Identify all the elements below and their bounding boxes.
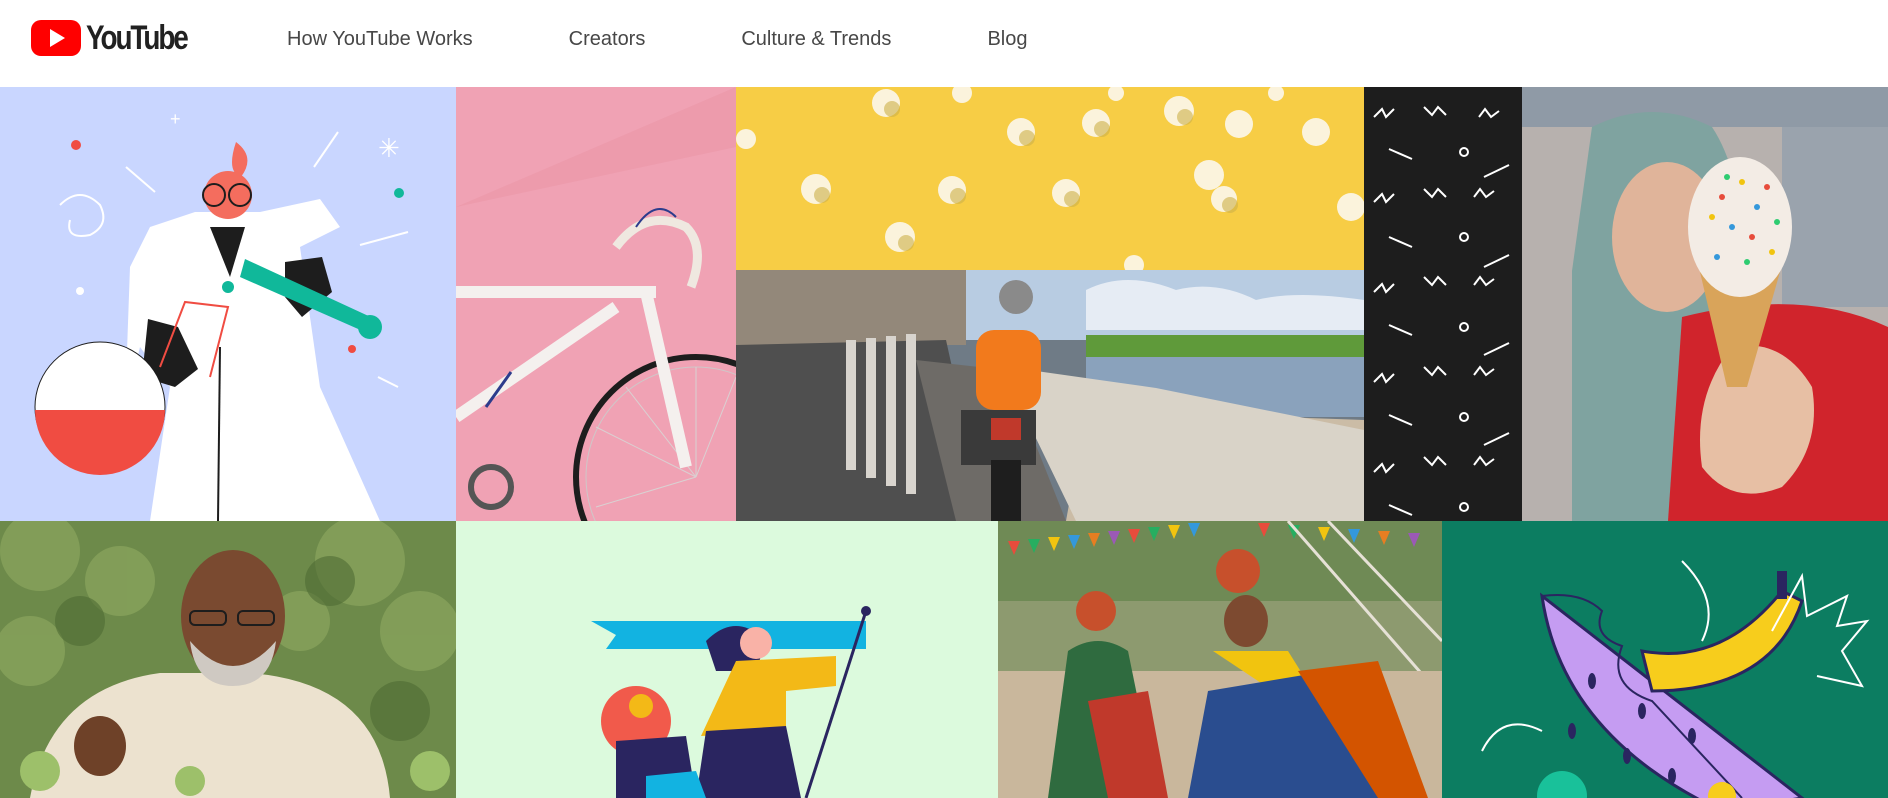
ice-cream-photo[interactable] bbox=[1522, 87, 1888, 521]
svg-text:✳: ✳ bbox=[378, 133, 400, 163]
gardener-photo[interactable] bbox=[0, 521, 456, 798]
site-header: YouTube How YouTube Works Creators Cultu… bbox=[0, 0, 1888, 87]
youtube-logo[interactable]: YouTube bbox=[30, 18, 209, 58]
nav-how-youtube-works[interactable]: How YouTube Works bbox=[287, 28, 473, 51]
logo-wordmark: YouTube bbox=[86, 18, 189, 57]
dancers-photo[interactable] bbox=[998, 521, 1442, 798]
hikers-illustration[interactable] bbox=[456, 521, 998, 798]
svg-text:+: + bbox=[170, 109, 181, 129]
popcorn-photo[interactable] bbox=[736, 87, 1364, 270]
nav-blog[interactable]: Blog bbox=[987, 28, 1027, 51]
main-nav: How YouTube Works Creators Culture & Tre… bbox=[287, 0, 1027, 78]
fruit-illustration[interactable] bbox=[1442, 521, 1888, 798]
scientist-illustration[interactable]: + ✳ bbox=[0, 87, 456, 521]
youtube-play-icon bbox=[31, 20, 81, 56]
nav-creators[interactable]: Creators bbox=[569, 28, 646, 51]
motorcycle-riverside-photo[interactable] bbox=[736, 270, 1364, 521]
black-pattern-tile[interactable] bbox=[1364, 87, 1522, 521]
bicycle-photo[interactable] bbox=[456, 87, 736, 521]
nav-culture-trends[interactable]: Culture & Trends bbox=[741, 28, 891, 51]
